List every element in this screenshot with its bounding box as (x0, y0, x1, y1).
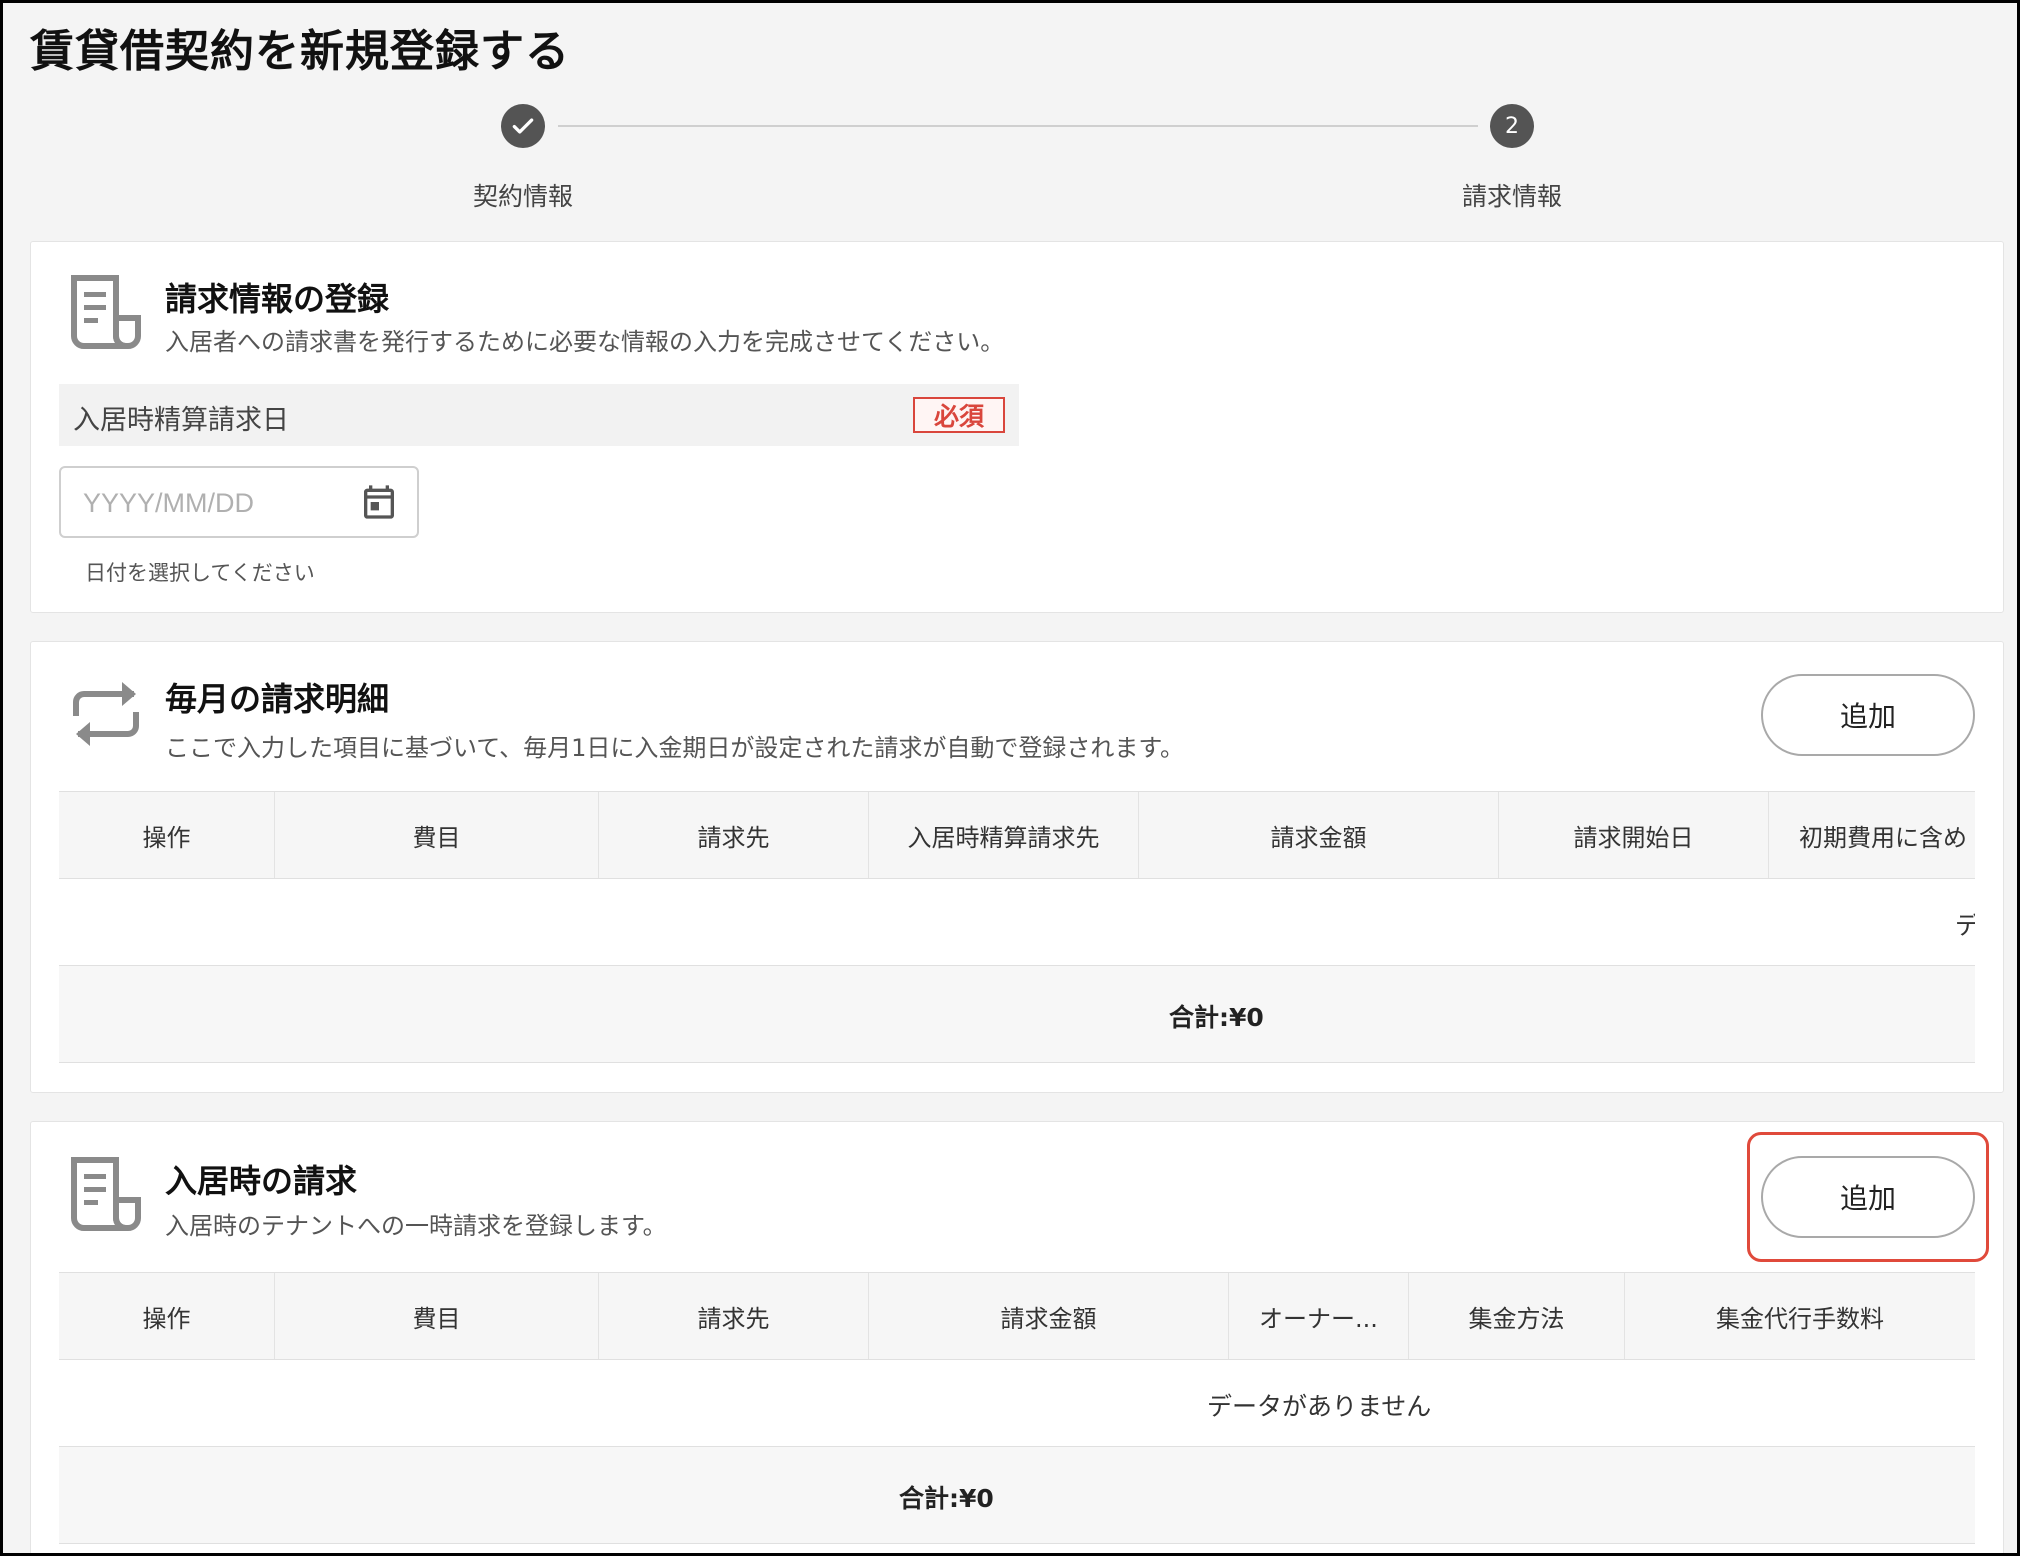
step-1-label: 契約情報 (472, 182, 573, 211)
add-monthly-item-button[interactable]: 追加 (1761, 674, 1975, 756)
billing-info-description: 入居者への請求書を発行するために必要な情報の入力を完成させてください。 (165, 328, 1005, 356)
step-2-label: 請求情報 (1461, 182, 1562, 211)
billing-info-card: 請求情報の登録 入居者への請求書を発行するために必要な情報の入力を完成させてくだ… (30, 241, 2004, 613)
movein-billing-title: 入居時の請求 (165, 1162, 358, 1200)
column-header[interactable]: 集金方法 (1409, 1273, 1625, 1359)
table-header: 操作 費目 請求先 入居時精算請求先 請求金額 請求開始日 初期費用に含め (59, 791, 1975, 879)
column-header[interactable]: 請求先 (599, 1273, 869, 1359)
table-header: 操作 費目 請求先 請求金額 オーナー... 集金方法 集金代行手数料 (59, 1272, 1975, 1360)
billing-date-field[interactable] (59, 466, 419, 538)
page-title: 賃貸借契約を新規登録する (30, 26, 570, 77)
monthly-billing-table: 操作 費目 請求先 入居時精算請求先 請求金額 請求開始日 初期費用に含め デ … (59, 791, 1975, 1063)
step-1-check-icon (501, 104, 545, 148)
total-row: 合計:¥0 (59, 1447, 1975, 1544)
document-icon (71, 275, 141, 349)
calendar-icon[interactable] (359, 482, 399, 522)
add-movein-item-button[interactable]: 追加 (1761, 1156, 1975, 1238)
document-icon (71, 1157, 141, 1231)
column-header[interactable]: 操作 (59, 1273, 275, 1359)
monthly-billing-card: 毎月の請求明細 ここで入力した項目に基づいて、毎月1日に入金期日が設定された請求… (30, 641, 2004, 1093)
movein-billing-table: 操作 費目 請求先 請求金額 オーナー... 集金方法 集金代行手数料 データが… (59, 1272, 1975, 1544)
billing-date-label: 入居時精算請求日 (73, 405, 289, 436)
empty-row: デ (59, 879, 1975, 966)
column-header[interactable]: 請求金額 (1139, 792, 1499, 878)
column-header[interactable]: オーナー... (1229, 1273, 1409, 1359)
stepper-connector (558, 125, 1478, 127)
billing-date-help: 日付を選択してください (85, 561, 315, 585)
billing-date-label-row: 入居時精算請求日 必須 (59, 384, 1019, 446)
repeat-icon (73, 682, 139, 746)
movein-total: 合計:¥0 (899, 1484, 994, 1513)
movein-billing-description: 入居時のテナントへの一時請求を登録します。 (165, 1212, 667, 1240)
column-header[interactable]: 費目 (275, 792, 599, 878)
column-header[interactable]: 操作 (59, 792, 275, 878)
column-header[interactable]: 入居時精算請求先 (869, 792, 1139, 878)
monthly-billing-title: 毎月の請求明細 (165, 680, 390, 718)
required-badge: 必須 (913, 397, 1005, 433)
column-header[interactable]: 集金代行手数料 (1625, 1273, 1975, 1359)
column-header[interactable]: 請求開始日 (1499, 792, 1769, 878)
monthly-total: 合計:¥0 (1169, 1003, 1264, 1032)
column-header[interactable]: 請求金額 (869, 1273, 1229, 1359)
empty-text: データがありません (1207, 1392, 1432, 1421)
step-2-number: 2 (1490, 104, 1534, 148)
movein-billing-card: 入居時の請求 入居時のテナントへの一時請求を登録します。 追加 操作 費目 請求… (30, 1121, 2004, 1553)
empty-row: データがありません (59, 1360, 1975, 1447)
column-header[interactable]: 初期費用に含め (1769, 792, 1975, 878)
billing-date-input[interactable] (81, 484, 335, 522)
monthly-billing-description: ここで入力した項目に基づいて、毎月1日に入金期日が設定された請求が自動で登録され… (165, 734, 1184, 762)
column-header[interactable]: 費目 (275, 1273, 599, 1359)
column-header[interactable]: 請求先 (599, 792, 869, 878)
app-frame: 賃貸借契約を新規登録する 契約情報 2 請求情報 請求情報の登録 入居者への請求… (3, 3, 2017, 1553)
billing-info-title: 請求情報の登録 (165, 280, 390, 318)
empty-text: デ (1955, 911, 1975, 940)
total-row: 合計:¥0 (59, 966, 1975, 1063)
